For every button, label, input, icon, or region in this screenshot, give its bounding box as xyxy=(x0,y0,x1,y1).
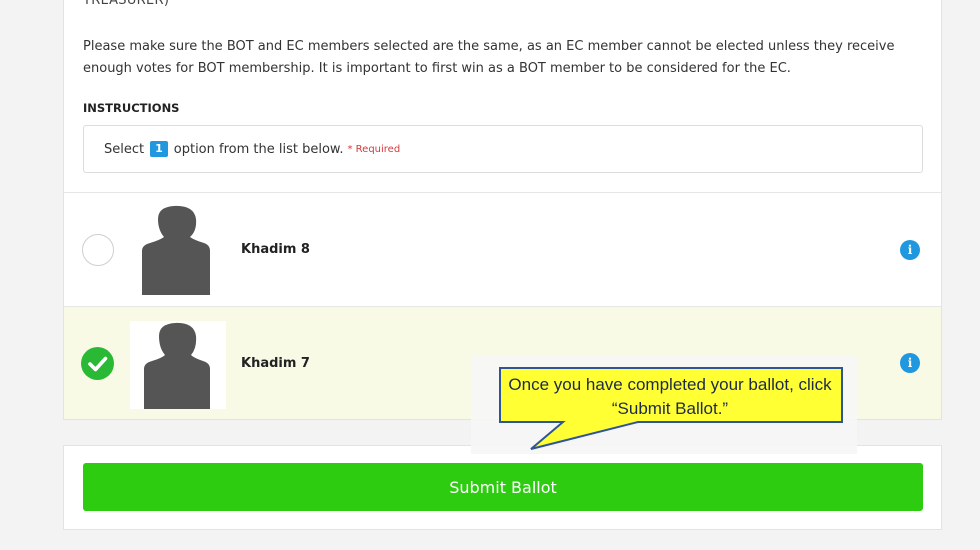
question-description: Please make sure the BOT and EC members … xyxy=(83,39,895,76)
submit-card: Submit Ballot xyxy=(63,445,942,530)
question-title-fragment: TREASURER) xyxy=(83,0,170,8)
instructions-heading: INSTRUCTIONS xyxy=(83,101,180,115)
checkmark-circle-icon[interactable] xyxy=(81,347,114,380)
info-icon[interactable]: i xyxy=(900,240,920,260)
instructions-prefix: Select xyxy=(104,141,145,157)
submit-ballot-button[interactable]: Submit Ballot xyxy=(83,463,923,511)
candidate-name: Khadim 8 xyxy=(241,242,310,257)
selection-count-badge: 1 xyxy=(150,141,168,157)
required-marker: * Required xyxy=(347,143,401,155)
instructions-suffix: option from the list below. xyxy=(173,141,344,157)
callout-text: Once you have completed your ballot, cli… xyxy=(508,375,832,418)
instructions-box: Select 1 option from the list below. * R… xyxy=(83,125,923,173)
avatar-silhouette-icon xyxy=(142,205,210,295)
candidate-row[interactable]: Khadim 8 i xyxy=(64,192,941,306)
candidate-name: Khadim 7 xyxy=(241,356,310,371)
avatar-silhouette-icon xyxy=(130,321,226,409)
info-icon[interactable]: i xyxy=(900,353,920,373)
radio-unchecked-icon[interactable] xyxy=(82,234,114,266)
